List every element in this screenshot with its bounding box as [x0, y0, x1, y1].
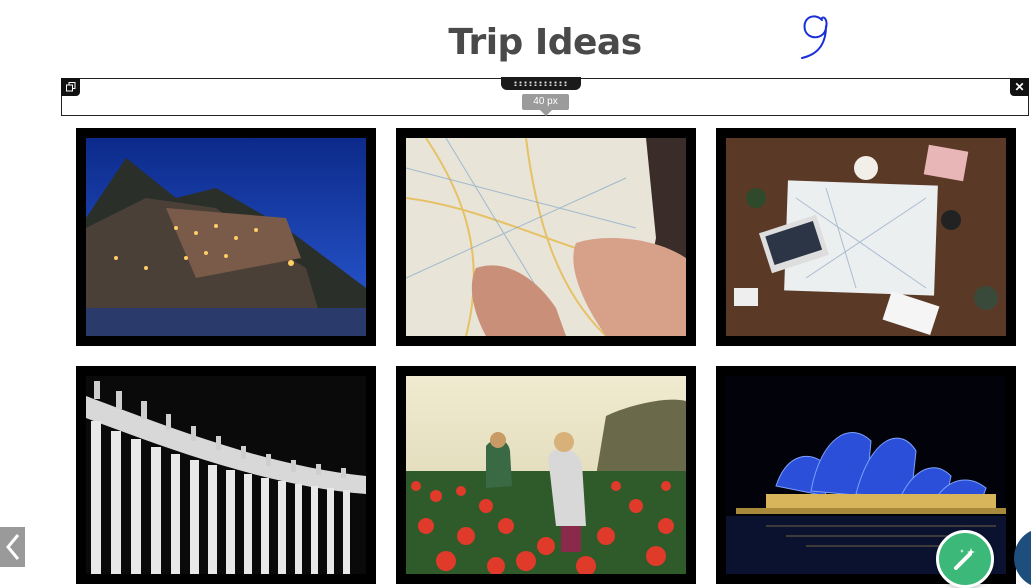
map-in-hands-image [406, 138, 686, 336]
spacer-height-tooltip: 40 px [522, 94, 569, 116]
desk-map-image [726, 138, 1006, 336]
coastal-village-image [86, 138, 366, 336]
colonnade-image [86, 376, 366, 574]
gallery-photo[interactable] [76, 128, 376, 346]
drag-handle-icon[interactable] [501, 77, 581, 90]
tulip-field-image [406, 376, 686, 574]
handwritten-scribble [801, 15, 828, 59]
page-title: Trip Ideas [448, 22, 642, 63]
duplicate-icon[interactable] [61, 78, 80, 96]
gallery-photo[interactable] [396, 128, 696, 346]
close-icon[interactable]: ✕ [1010, 78, 1029, 96]
gallery-photo[interactable] [716, 128, 1016, 346]
chevron-left-icon[interactable] [0, 527, 25, 567]
magic-wand-icon[interactable] [936, 530, 994, 588]
chat-launcher-button[interactable] [1014, 528, 1031, 588]
gallery-photo[interactable] [76, 366, 376, 584]
gallery-photo[interactable] [396, 366, 696, 584]
